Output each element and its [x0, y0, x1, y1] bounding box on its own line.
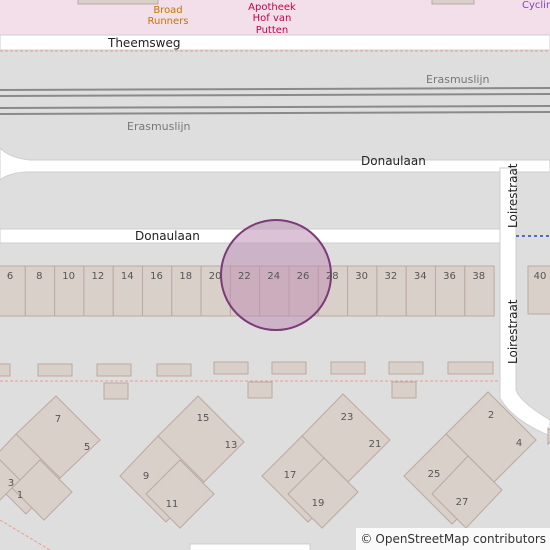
house-number: 38	[472, 271, 485, 282]
building	[77, 0, 159, 5]
house-number: 5	[84, 442, 90, 453]
house-number: 8	[36, 271, 42, 282]
map-attribution: © OpenStreetMap contributors	[356, 528, 550, 550]
attribution-link[interactable]: OpenStreetMap contributors	[375, 528, 546, 550]
house-number: 36	[443, 271, 456, 282]
house-number: 21	[369, 439, 382, 450]
house-number: 14	[121, 271, 134, 282]
rail-label-erasmuslijn-upper: Erasmuslijn	[426, 73, 490, 86]
house-number: 22	[238, 271, 251, 282]
building	[431, 0, 475, 5]
rail-label-erasmuslijn-lower: Erasmuslijn	[127, 120, 191, 133]
house-number: 10	[62, 271, 75, 282]
house-number: 7	[55, 414, 61, 425]
poi-apotheek-line1[interactable]: Apotheek	[248, 2, 296, 13]
house-number: 15	[197, 413, 210, 424]
map-canvas[interactable]: Broad Runners Apotheek Hof van Putten Cy…	[0, 0, 550, 550]
house-cluster-3	[261, 393, 391, 529]
house-number: 19	[312, 498, 325, 509]
house-number: 9	[143, 471, 149, 482]
house-number: 27	[456, 497, 469, 508]
road-theemsweg	[0, 34, 550, 51]
house-number: 30	[355, 271, 368, 282]
house-number: 3	[8, 478, 14, 489]
street-label-loirestraat-upper: Loirestraat	[506, 163, 520, 228]
house-number: 28	[326, 271, 339, 282]
house-number: 34	[414, 271, 427, 282]
house-number: 26	[297, 271, 310, 282]
poi-cycling[interactable]: Cyclin	[522, 0, 550, 11]
house-number: 4	[516, 438, 522, 449]
house-number: 2	[488, 410, 494, 421]
house-number: 13	[225, 440, 238, 451]
house-cluster-1	[0, 395, 101, 521]
poi-apotheek-line2[interactable]: Hof van	[253, 13, 292, 24]
house-number: 11	[166, 499, 179, 510]
road-donaulaan-upper	[0, 147, 550, 181]
railway-erasmuslijn	[0, 87, 550, 115]
house-number: 24	[267, 271, 280, 282]
house-number: 32	[385, 271, 398, 282]
house-cluster-2	[119, 395, 245, 529]
house-number: 18	[179, 271, 192, 282]
house-number: 6	[7, 271, 13, 282]
house-number: 16	[150, 271, 163, 282]
house-number: 12	[92, 271, 105, 282]
house-number: 20	[209, 271, 222, 282]
path-red	[0, 519, 51, 550]
poi-apotheek-line3[interactable]: Putten	[256, 25, 289, 36]
house-number: 17	[284, 470, 297, 481]
road-bottom	[189, 543, 311, 550]
street-label-donaulaan-lower: Donaulaan	[135, 229, 200, 243]
poi-broad-runners-line2[interactable]: Runners	[148, 16, 189, 27]
poi-broad-runners-line1[interactable]: Broad	[153, 5, 182, 16]
house-number: 40	[534, 271, 547, 282]
house-number: 25	[428, 469, 441, 480]
house-number: 23	[341, 412, 354, 423]
copyright-symbol: ©	[360, 532, 373, 546]
street-label-loirestraat-lower: Loirestraat	[506, 299, 520, 364]
street-label-theemsweg: Theemsweg	[107, 36, 180, 50]
street-label-donaulaan-upper: Donaulaan	[361, 154, 426, 168]
house-number: 1	[17, 490, 23, 501]
